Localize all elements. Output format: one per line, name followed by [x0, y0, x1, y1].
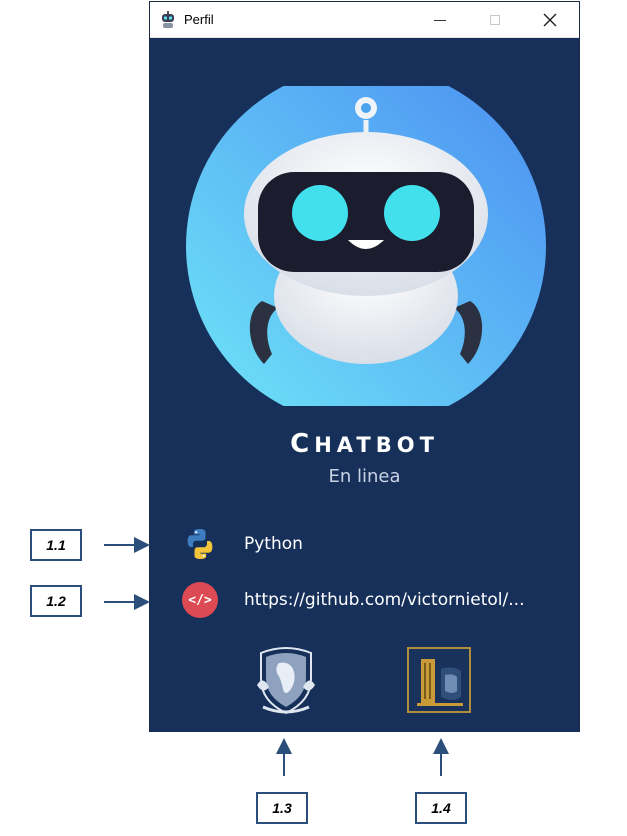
- faculty-building-logo: [407, 647, 471, 713]
- close-button[interactable]: [527, 2, 573, 38]
- minimize-icon: [434, 19, 446, 21]
- python-logo-icon: [180, 526, 220, 562]
- robot-icon: [162, 11, 174, 28]
- profile-window: Perfil CHATBOT En linea Python </> https…: [149, 1, 580, 732]
- annotation-label-1-2: 1.2: [30, 585, 82, 617]
- maximize-icon: [490, 15, 500, 25]
- bot-status: En linea: [328, 466, 401, 487]
- window-title: Perfil: [184, 12, 214, 27]
- code-badge: </>: [182, 582, 218, 618]
- repo-row[interactable]: </> https://github.com/victornietol/...: [180, 582, 524, 618]
- title-bar[interactable]: Perfil: [150, 2, 579, 38]
- close-icon: [543, 13, 557, 27]
- annotation-label-1-3: 1.3: [256, 792, 308, 824]
- minimize-button[interactable]: [417, 2, 463, 38]
- language-label: Python: [244, 534, 303, 554]
- annotation-label-1-4: 1.4: [415, 792, 467, 824]
- maximize-button[interactable]: [472, 2, 518, 38]
- language-row: Python: [180, 526, 303, 562]
- repo-link[interactable]: https://github.com/victornietol/...: [244, 590, 524, 610]
- profile-content: CHATBOT En linea Python </> https://gith…: [150, 38, 579, 732]
- bot-name: CHATBOT: [290, 429, 439, 459]
- chatbot-avatar: [186, 86, 546, 406]
- unam-crest-logo: [257, 647, 315, 715]
- annotation-label-1-1: 1.1: [30, 529, 82, 561]
- code-icon: </>: [180, 582, 220, 618]
